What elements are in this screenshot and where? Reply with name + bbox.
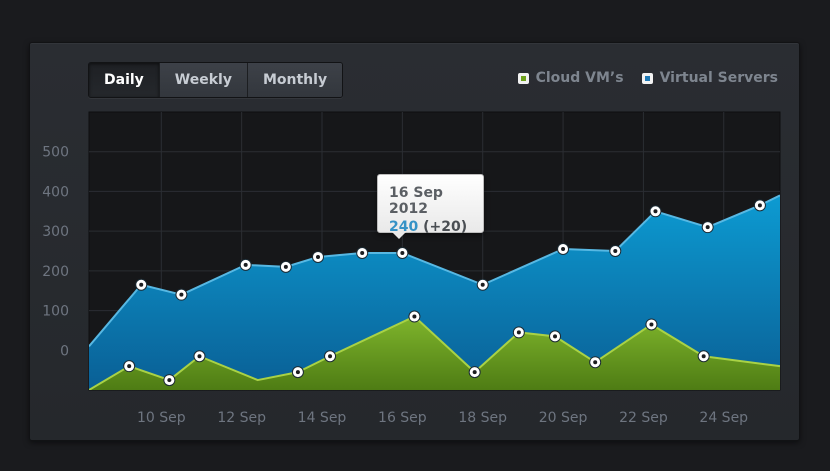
x-tick-label: 18 Sep <box>458 410 507 426</box>
x-tick-label: 20 Sep <box>539 410 588 426</box>
x-tick-label: 16 Sep <box>378 410 427 426</box>
data-point-center <box>480 282 485 287</box>
data-point-center <box>516 330 521 335</box>
y-axis: 0 100 200 300 400 500 <box>42 145 69 360</box>
tooltip-value: 240 <box>389 219 419 235</box>
x-tick-label: 10 Sep <box>137 410 186 426</box>
area-chart: 0 100 200 300 400 500 10 Sep 12 Sep 14 Sep 16 Se… <box>42 111 781 426</box>
data-point-center <box>561 247 566 252</box>
data-point-center <box>127 364 132 369</box>
data-point-center <box>315 254 320 259</box>
data-point-center <box>757 203 762 208</box>
x-tick-label: 14 Sep <box>298 410 347 426</box>
data-point-center <box>412 314 417 319</box>
data-point-center <box>243 262 248 267</box>
data-point-center <box>649 322 654 327</box>
data-point-center <box>613 249 618 253</box>
tooltip-date: 16 Sep 2012 <box>389 185 443 217</box>
data-point-center <box>197 354 202 359</box>
data-point-center <box>553 334 558 339</box>
x-tick-label: 22 Sep <box>619 410 668 426</box>
x-tick-label: 24 Sep <box>699 410 748 426</box>
y-tick-label: 200 <box>42 264 69 280</box>
data-point-center <box>139 282 144 287</box>
data-point-center <box>360 250 365 255</box>
data-point-center <box>283 264 288 269</box>
y-tick-label: 400 <box>42 184 69 200</box>
data-point-center <box>705 225 710 230</box>
y-tick-label: 100 <box>42 304 69 320</box>
data-point-center <box>593 360 598 365</box>
data-point-center <box>400 250 405 255</box>
y-tick-label: 0 <box>60 343 69 359</box>
tooltip-change: (+20) <box>423 219 468 235</box>
y-tick-label: 300 <box>42 224 69 240</box>
y-tick-label: 500 <box>42 145 69 161</box>
data-point-center <box>701 354 706 359</box>
tooltip-value-line: 240 (+20) <box>389 219 483 235</box>
data-point-center <box>472 370 477 375</box>
data-point-center <box>179 292 184 297</box>
data-point-center <box>653 209 658 214</box>
x-axis: 10 Sep 12 Sep 14 Sep 16 Sep 18 Sep 20 Sep 22 S… <box>137 410 748 426</box>
data-point-center <box>167 378 172 383</box>
data-point-center <box>295 370 300 375</box>
x-tick-label: 12 Sep <box>217 410 266 426</box>
data-tooltip: 16 Sep 2012 240 (+20) <box>377 174 484 239</box>
data-point-center <box>328 354 333 359</box>
